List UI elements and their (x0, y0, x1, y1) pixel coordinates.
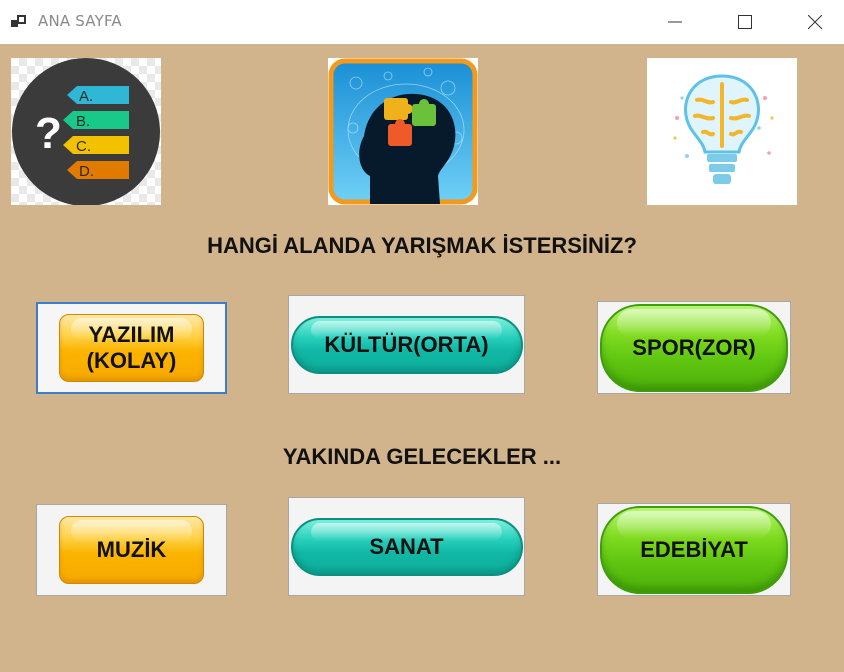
close-button[interactable] (780, 0, 844, 44)
option-b-label: B. (76, 113, 90, 130)
yazilim-pill: YAZILIM (KOLAY) (59, 314, 204, 382)
muzik-label: MUZİK (96, 537, 167, 562)
spor-button[interactable]: SPOR(ZOR) (597, 301, 791, 394)
option-d-label: D. (79, 163, 94, 180)
sanat-button[interactable]: SANAT (288, 497, 525, 596)
option-a-label: A. (79, 88, 93, 105)
lightbulb-brain-image (647, 58, 797, 205)
minimize-button[interactable] (640, 0, 710, 44)
yazilim-button[interactable]: YAZILIM (KOLAY) (36, 302, 227, 394)
coming-soon-heading: YAKINDA GELECEKLER ... (282, 444, 562, 469)
edebiyat-button[interactable]: EDEBİYAT (597, 503, 791, 596)
spor-pill: SPOR(ZOR) (600, 303, 788, 392)
minimize-icon (668, 21, 682, 23)
edebiyat-pill: EDEBİYAT (600, 505, 788, 594)
kultur-label: KÜLTÜR(ORTA) (324, 331, 489, 357)
title-bar: ANA SAYFA (0, 0, 844, 44)
kultur-button[interactable]: KÜLTÜR(ORTA) (288, 295, 525, 394)
edebiyat-label: EDEBİYAT (640, 536, 748, 562)
svg-text:?: ? (35, 109, 62, 158)
close-icon (808, 15, 822, 29)
quiz-options-image: ? A. B. C. D. (11, 58, 161, 205)
kultur-pill: KÜLTÜR(ORTA) (290, 315, 523, 374)
sanat-pill: SANAT (290, 517, 523, 576)
window-title: ANA SAYFA (38, 12, 122, 30)
muzik-button[interactable]: MUZİK (36, 504, 227, 596)
brain-puzzle-image (328, 58, 478, 205)
question-heading: HANGİ ALANDA YARIŞMAK İSTERSİNİZ? (207, 233, 637, 258)
muzik-pill: MUZİK (59, 516, 204, 584)
spor-label: SPOR(ZOR) (632, 334, 756, 360)
yazilim-label: YAZILIM (KOLAY) (86, 322, 177, 373)
app-icon (11, 15, 26, 27)
sanat-label: SANAT (369, 533, 444, 559)
maximize-icon (738, 15, 752, 29)
maximize-button[interactable] (710, 0, 780, 44)
option-c-label: C. (76, 138, 91, 155)
